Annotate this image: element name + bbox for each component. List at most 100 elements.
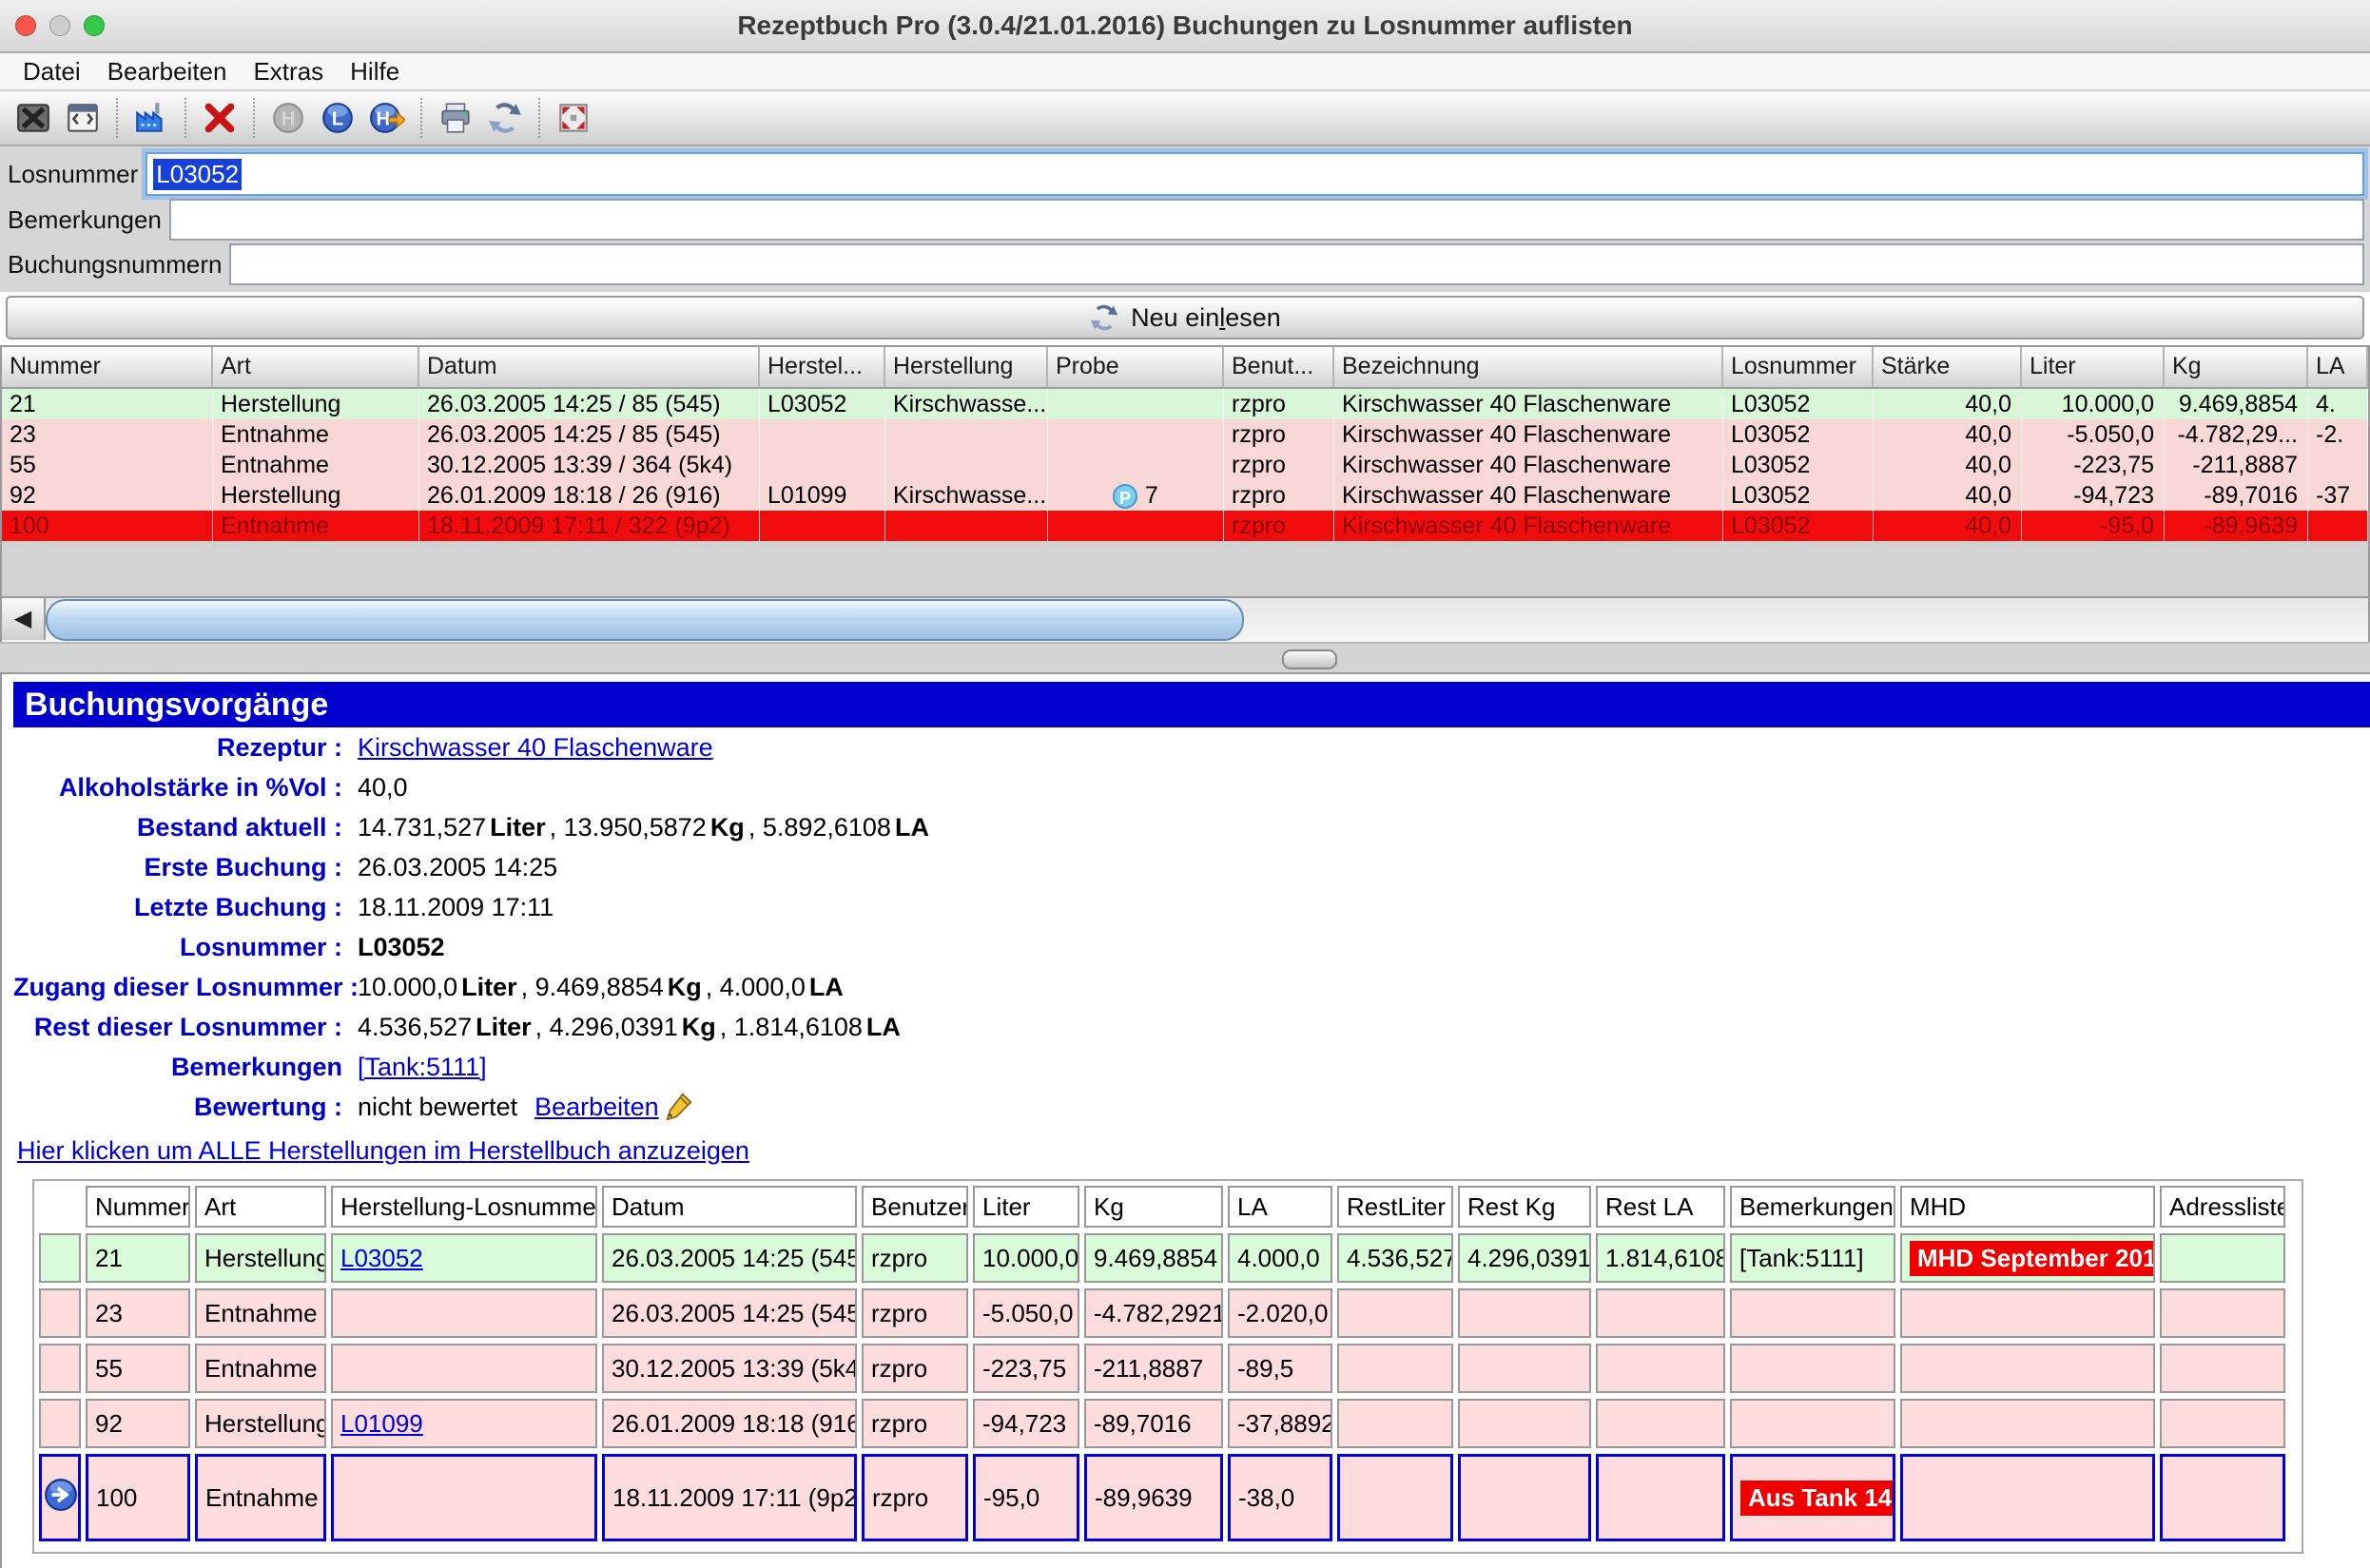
circle-l-icon[interactable]: L [320, 100, 356, 136]
cell-text: -89,9639 [1095, 1483, 1193, 1513]
cell-text: rzpro [871, 1299, 927, 1328]
cell-benutzer: rzpro [862, 1233, 968, 1283]
column-header-kg[interactable]: Kg [2165, 347, 2308, 387]
factory-icon[interactable] [133, 100, 169, 136]
column-header-liter[interactable]: Liter [2022, 347, 2165, 387]
cell-nummer: 21 [86, 1233, 190, 1283]
cell-art: Herstellung [213, 389, 419, 419]
cell-liter: -5.050,0 [2022, 419, 2165, 450]
herstellung-losnummer-link[interactable]: L01099 [340, 1409, 423, 1439]
cell-la: 4. [2308, 389, 2368, 419]
buchungsnummern-input[interactable] [229, 243, 2364, 285]
cell-herstellung-losnummer [331, 1344, 597, 1393]
rezeptur-link[interactable]: Kirschwasser 40 Flaschenware [358, 733, 713, 763]
column-header-art[interactable]: Art [213, 347, 419, 387]
window-view-icon[interactable] [65, 100, 101, 136]
table-row[interactable]: 100Entnahme18.11.2009 17:11 / 322 (9p2)r… [2, 511, 2368, 541]
value-segment: , 13.950,5872 [550, 813, 707, 842]
column-header-nummer[interactable]: Nummer [2, 347, 213, 387]
window-close-icon[interactable] [15, 100, 51, 136]
value-segment: , 1.814,6108 [720, 1013, 863, 1042]
cell-art: Entnahme [213, 511, 419, 541]
cell-liter: -5.050,0 [973, 1288, 1079, 1338]
cell-rest-la [1596, 1454, 1725, 1541]
cell-art: Entnahme [213, 419, 419, 450]
bemerkungen-input[interactable] [169, 199, 2364, 241]
column-header-strke[interactable]: Stärke [1874, 347, 2022, 387]
cell-rest-la [1596, 1399, 1725, 1448]
column-header-herstel[interactable]: Herstel... [760, 347, 885, 387]
rezeptur-label: Rezeptur : [13, 733, 342, 763]
cell-text: -89,5 [1237, 1354, 1293, 1384]
column-header-losnummer[interactable]: Losnummer [1723, 347, 1874, 387]
menu-item-bearbeiten[interactable]: Bearbeiten [94, 57, 241, 87]
herstellung-losnummer-link[interactable]: L03052 [340, 1244, 423, 1273]
column-header-herstellung[interactable]: Herstellung [885, 347, 1048, 387]
pane-splitter[interactable] [0, 642, 2370, 674]
table-row[interactable]: 23Entnahme26.03.2005 14:25 / 85 (545)rzp… [2, 419, 2368, 450]
expand-red-arrows-icon[interactable] [555, 100, 592, 136]
losnummer-input[interactable]: L03052 [146, 152, 2364, 196]
cell-herstel [760, 511, 885, 541]
cell-herstellung [885, 450, 1048, 480]
refresh-icon[interactable] [487, 100, 523, 136]
menu-item-extras[interactable]: Extras [240, 57, 337, 87]
delete-red-x-icon[interactable] [202, 100, 238, 136]
table-row[interactable]: 55Entnahme30.12.2005 13:39 / 364 (5k4)rz… [2, 450, 2368, 480]
cell-probe [1048, 450, 1224, 480]
cell-text: Herstellung [204, 1409, 326, 1439]
cell-benutzer: rzpro [862, 1399, 968, 1448]
column-header-datum[interactable]: Datum [419, 347, 760, 387]
probe-count: 7 [1145, 482, 1158, 509]
neu-einlesen-button[interactable]: Neu einlesen [6, 296, 2364, 339]
cell-text: [Tank:5111] [1739, 1244, 1864, 1273]
bemerkungen-value: [Tank:5111] [358, 1053, 487, 1082]
cell-restliter [1337, 1399, 1453, 1448]
cell-restliter: 4.536,527 [1337, 1233, 1453, 1283]
toolbar-group [422, 100, 538, 136]
scrollbar-thumb[interactable] [46, 599, 1244, 641]
bookings-table: NummerArtDatumHerstel...HerstellungProbe… [0, 345, 2370, 642]
show-all-herstellungen-link[interactable]: Hier klicken um ALLE Herstellungen im He… [17, 1136, 749, 1166]
column-header-bezeichnung[interactable]: Bezeichnung [1334, 347, 1723, 387]
cell-text: 4.536,527 [1347, 1244, 1453, 1273]
cell-text: 23 [95, 1299, 123, 1328]
cell-benutzer: rzpro [862, 1288, 968, 1338]
edit-pencil-icon[interactable] [663, 1091, 695, 1123]
table-row[interactable]: 21Herstellung26.03.2005 14:25 / 85 (545)… [2, 389, 2368, 419]
cell-bemerkungen: Aus Tank 140 [1730, 1454, 1895, 1541]
value-segment: LA [866, 1013, 901, 1042]
bearbeiten-link[interactable]: Bearbeiten [534, 1093, 659, 1122]
herstellbuch-row[interactable]: 55Entnahme30.12.2005 13:39 (5k4)rzpro-22… [39, 1344, 2297, 1393]
scroll-left-icon[interactable]: ◀ [2, 598, 46, 640]
circle-h-export-icon[interactable]: H [369, 100, 405, 136]
cell-strke: 40,0 [1874, 480, 2022, 511]
splitter-handle[interactable] [1282, 649, 1337, 669]
herstellbuch-row[interactable]: 100Entnahme18.11.2009 17:11 (9p2)rzpro-9… [39, 1454, 2297, 1541]
cell-mhd [1900, 1399, 2155, 1448]
column-header-la[interactable]: LA [2308, 347, 2368, 387]
losnummer-row: LosnummerL03052 [6, 152, 2364, 196]
herstellbuch-row[interactable]: 92HerstellungL0109926.01.2009 18:18 (916… [39, 1399, 2297, 1448]
cell-kg: -89,7016 [1084, 1399, 1223, 1448]
menu-item-hilfe[interactable]: Hilfe [337, 57, 413, 87]
buchungsnummern-row: Buchungsnummern [6, 243, 2364, 285]
bemerkungen-link[interactable]: [Tank:5111] [358, 1053, 487, 1082]
column-header-benut[interactable]: Benut... [1224, 347, 1334, 387]
column-header-icon [39, 1186, 81, 1228]
menu-item-datei[interactable]: Datei [10, 57, 94, 87]
cell-text: 21 [95, 1244, 123, 1273]
cell-adressliste [2160, 1344, 2285, 1393]
column-header-kg: Kg [1084, 1186, 1223, 1228]
cell-benut: rzpro [1224, 450, 1334, 480]
column-header-probe[interactable]: Probe [1048, 347, 1224, 387]
print-icon[interactable] [437, 100, 474, 136]
column-header-benutzer: Benutzer [862, 1186, 968, 1228]
cell-strke: 40,0 [1874, 419, 2022, 450]
probe-icon: P [1113, 484, 1137, 509]
herstellbuch-row[interactable]: 21HerstellungL0305226.03.2005 14:25 (545… [39, 1233, 2297, 1283]
table-row[interactable]: 92Herstellung26.01.2009 18:18 / 26 (916)… [2, 480, 2368, 511]
herstellbuch-row[interactable]: 23Entnahme26.03.2005 14:25 (545)rzpro-5.… [39, 1288, 2297, 1338]
horizontal-scrollbar[interactable]: ◀ [2, 596, 2368, 642]
cell-datum: 26.01.2009 18:18 / 26 (916) [419, 480, 760, 511]
